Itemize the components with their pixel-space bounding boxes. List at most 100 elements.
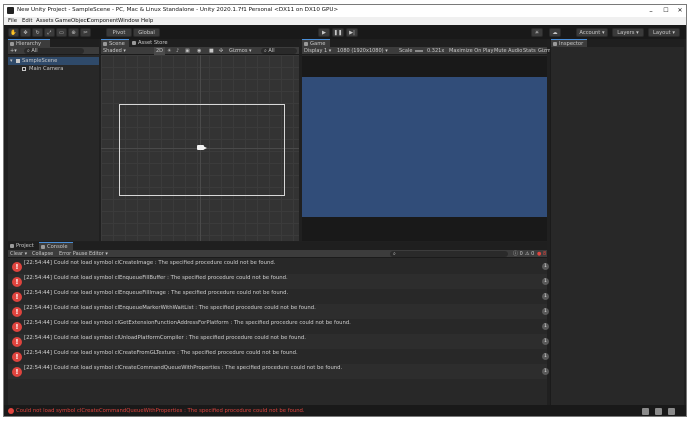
hierarchy-item-label: Main Camera <box>29 66 64 72</box>
hand-tool-icon[interactable]: ✋ <box>8 28 19 37</box>
clear-button[interactable]: Clear ▾ <box>10 250 27 258</box>
scene-search-input[interactable]: ⌕ All <box>261 48 297 54</box>
collapse-toggle[interactable]: Collapse <box>32 250 53 258</box>
resolution-dropdown[interactable]: 1080 (1920x1080) ▾ <box>337 47 388 55</box>
hierarchy-scene-label: SampleScene <box>22 58 58 64</box>
lighting-icon[interactable]: ☀ <box>167 47 171 55</box>
count-badge: 1 <box>542 323 549 330</box>
list-item[interactable]: Main Camera <box>8 65 99 73</box>
maximize-on-play-toggle[interactable]: Maximize On Play <box>449 47 493 55</box>
resolution-label: 1080 (1920x1080) <box>337 48 384 54</box>
tab-inspector[interactable]: Inspector <box>551 39 587 47</box>
add-icon[interactable]: +▾ <box>10 47 17 55</box>
scale-slider[interactable] <box>415 50 423 52</box>
editor-dropdown[interactable]: Editor ▾ <box>89 250 108 258</box>
menu-component[interactable]: Component <box>87 18 118 24</box>
bake-icon[interactable] <box>655 408 662 415</box>
game-viewport[interactable] <box>302 77 547 217</box>
global-label: Global <box>138 30 155 36</box>
count-badge: 1 <box>542 353 549 360</box>
table-row[interactable]: ! [22:54:44] Could not load symbol clEnq… <box>8 304 549 319</box>
tab-asset-store[interactable]: Asset Store <box>130 39 172 47</box>
clear-label: Clear <box>10 251 24 257</box>
asset-store-tab-label: Asset Store <box>138 40 168 46</box>
menu-gameobject[interactable]: GameObject <box>55 18 89 24</box>
hierarchy-scene-row[interactable]: ▾ SampleScene <box>8 57 99 65</box>
account-dropdown[interactable]: Account ▾ <box>576 28 608 37</box>
tab-scene[interactable]: Scene <box>101 39 129 47</box>
menu-edit[interactable]: Edit <box>22 18 32 24</box>
menu-help[interactable]: Help <box>141 18 153 24</box>
menu-file[interactable]: File <box>8 18 17 24</box>
display-dropdown[interactable]: Display 1 ▾ <box>304 47 331 55</box>
transform-tool-icon[interactable]: ⊕ <box>68 28 79 37</box>
table-row[interactable]: ! [22:54:44] Could not load symbol clCre… <box>8 259 549 274</box>
global-button[interactable]: Global <box>133 28 160 37</box>
hierarchy-toolbar: +▾ ⌕ All <box>8 47 99 55</box>
tab-game[interactable]: Game <box>302 39 330 47</box>
camera-icon[interactable]: ■ <box>209 47 214 55</box>
tab-console[interactable]: Console <box>39 242 73 250</box>
menu-assets[interactable]: Assets <box>36 18 54 24</box>
scale-tool-icon[interactable]: ⤢ <box>44 28 55 37</box>
error-icon: ! <box>12 322 22 332</box>
status-message[interactable]: Could not load symbol clCreateCommandQue… <box>16 408 305 414</box>
game-icon <box>304 42 308 46</box>
table-row[interactable]: ! [22:54:44] Could not load symbol clUnl… <box>8 334 549 349</box>
count-badge: 1 <box>542 263 549 270</box>
shading-dropdown[interactable]: Shaded ▾ <box>103 47 126 55</box>
menu-window[interactable]: Window <box>118 18 139 24</box>
hierarchy-panel: Hierarchy +▾ ⌕ All ▾ SampleScene Main Ca… <box>8 39 99 241</box>
gizmos-dropdown[interactable]: Gizmos ▾ <box>229 47 252 55</box>
tab-project[interactable]: Project <box>8 242 38 250</box>
step-button[interactable]: ▶| <box>346 28 358 37</box>
tab-hierarchy[interactable]: Hierarchy <box>8 39 50 47</box>
camera-gizmo-icon[interactable] <box>197 144 207 151</box>
table-row[interactable]: ! [22:54:44] Could not load symbol clGet… <box>8 319 549 334</box>
scene-icon <box>103 42 107 46</box>
error-count-toggle[interactable]: ● 8 <box>537 250 546 258</box>
hidden-objects-icon[interactable]: ◉ <box>197 47 201 55</box>
audio-icon[interactable]: ♪ <box>176 47 179 55</box>
2d-label: 2D <box>156 48 164 54</box>
layout-dropdown[interactable]: Layout ▾ <box>648 28 680 37</box>
pivot-button[interactable]: Pivot <box>106 28 132 37</box>
minimize-button[interactable]: – <box>644 6 658 16</box>
effects-icon[interactable]: ▣ <box>185 47 190 55</box>
log-count-toggle[interactable]: ⓘ 0 <box>513 250 523 258</box>
inspector-tab-label: Inspector <box>559 41 584 47</box>
hierarchy-search-input[interactable]: ⌕ All <box>24 48 84 54</box>
custom-tool-icon[interactable]: ✂ <box>80 28 91 37</box>
rect-tool-icon[interactable]: ▭ <box>56 28 67 37</box>
play-button[interactable]: ▶ <box>318 28 330 37</box>
display-label: Display 1 <box>304 48 328 54</box>
account-label: Account <box>579 30 601 36</box>
table-row[interactable]: ! [22:54:44] Could not load symbol clEnq… <box>8 274 549 289</box>
warning-count-toggle[interactable]: ⚠ 0 <box>525 250 534 258</box>
count-badge: 1 <box>542 368 549 375</box>
chevron-down-icon[interactable]: ▾ <box>10 57 13 65</box>
move-tool-icon[interactable]: ✥ <box>20 28 31 37</box>
scene-viewport[interactable] <box>101 55 299 241</box>
mute-audio-toggle[interactable]: Mute Audio <box>494 47 522 55</box>
tools-icon[interactable]: ✣ <box>219 47 223 55</box>
close-button[interactable]: ✕ <box>673 6 686 16</box>
cloud-icon[interactable]: ☁ <box>549 28 561 37</box>
stats-toggle[interactable]: Stats <box>523 47 536 55</box>
debug-mode-icon[interactable] <box>642 408 649 415</box>
table-row[interactable]: ! [22:54:44] Could not load symbol clEnq… <box>8 289 549 304</box>
pause-button[interactable]: ❚❚ <box>332 28 344 37</box>
collab-icon[interactable]: ☀ <box>531 28 543 37</box>
2d-toggle[interactable]: 2D <box>154 47 166 55</box>
notifications-icon[interactable] <box>668 408 675 415</box>
rotate-tool-icon[interactable]: ↻ <box>32 28 43 37</box>
table-row[interactable]: ! [22:54:44] Could not load symbol clCre… <box>8 364 549 379</box>
maximize-button[interactable]: ☐ <box>659 6 673 16</box>
error-pause-toggle[interactable]: Error Pause <box>59 250 87 258</box>
table-row[interactable]: ! [22:54:44] Could not load symbol clCre… <box>8 349 549 364</box>
console-search-input[interactable]: ⌕ <box>390 251 508 257</box>
layers-dropdown[interactable]: Layers ▾ <box>612 28 644 37</box>
scene-tabrow: Scene Asset Store <box>101 39 299 47</box>
count-badge: 1 <box>542 338 549 345</box>
store-icon <box>132 41 136 45</box>
